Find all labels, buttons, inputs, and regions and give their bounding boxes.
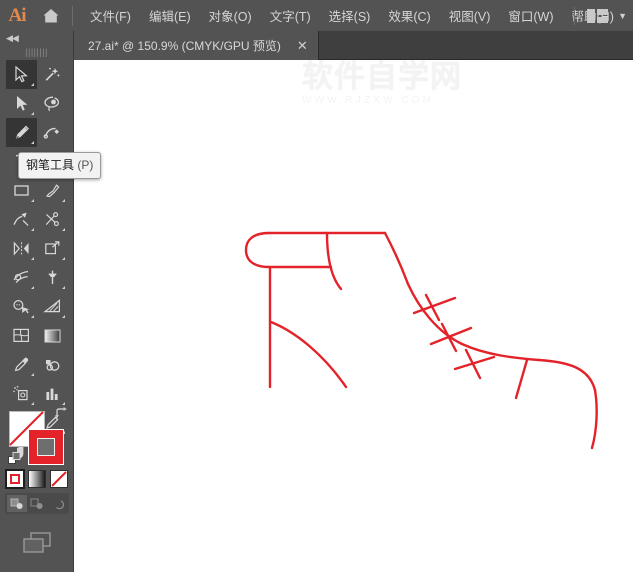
menu-type[interactable]: 文字(T) xyxy=(261,3,320,28)
tool-flyout-indicator xyxy=(31,228,34,231)
fill-stroke-widget xyxy=(6,406,68,464)
gradient-mode-button[interactable] xyxy=(28,470,46,488)
menu-window[interactable]: 窗口(W) xyxy=(499,3,562,28)
rotate-tool[interactable] xyxy=(6,234,37,263)
menu-divider xyxy=(72,6,73,26)
boot-outline-path[interactable] xyxy=(74,60,633,572)
document-tab-title: 27.ai* @ 150.9% (CMYK/GPU 预览) xyxy=(88,37,281,54)
document-tab-bar: 27.ai* @ 150.9% (CMYK/GPU 预览) ✕ xyxy=(74,31,633,60)
menu-select[interactable]: 选择(S) xyxy=(320,3,380,28)
collapse-panel-icon[interactable]: ◀◀ xyxy=(0,31,73,46)
draw-behind-button[interactable] xyxy=(27,495,47,512)
workspace-layout-icon[interactable] xyxy=(587,9,608,23)
menu-item-list: 文件(F) 编辑(E) 对象(O) 文字(T) 选择(S) 效果(C) 视图(V… xyxy=(81,3,623,28)
tooltip-shortcut: (P) xyxy=(74,158,93,172)
chevron-down-icon[interactable]: ▼ xyxy=(618,11,627,21)
swap-fill-stroke-icon[interactable] xyxy=(54,406,70,422)
pen-tool[interactable] xyxy=(6,118,37,147)
shape-builder-tool[interactable] xyxy=(6,292,37,321)
menu-effect[interactable]: 效果(C) xyxy=(379,3,439,28)
document-tab[interactable]: 27.ai* @ 150.9% (CMYK/GPU 预览) ✕ xyxy=(74,31,319,60)
tool-flyout-indicator xyxy=(31,199,34,202)
perspective-grid-tool[interactable] xyxy=(37,292,68,321)
tools-panel: ◀◀ |||||||| xyxy=(0,31,74,572)
blend-tool[interactable] xyxy=(37,350,68,379)
illustrator-window: Ai 文件(F) 编辑(E) 对象(O) 文字(T) 选择(S) 效果(C) 视… xyxy=(0,0,633,572)
scissors-tool[interactable] xyxy=(37,205,68,234)
rectangle-tool[interactable] xyxy=(6,176,37,205)
tool-flyout-indicator xyxy=(62,257,65,260)
menubar-right-controls: ▼ xyxy=(574,0,627,31)
menu-file[interactable]: 文件(F) xyxy=(81,3,140,28)
magic-wand-tool[interactable] xyxy=(37,60,68,89)
default-fill-stroke-icon[interactable] xyxy=(8,452,22,466)
tool-flyout-indicator xyxy=(62,286,65,289)
curvature-tool[interactable] xyxy=(37,118,68,147)
tool-flyout-indicator xyxy=(62,228,65,231)
tool-tooltip: 钢笔工具 (P) xyxy=(18,152,101,179)
tooltip-label: 钢笔工具 xyxy=(26,158,74,172)
tool-flyout-indicator xyxy=(31,257,34,260)
menu-view[interactable]: 视图(V) xyxy=(440,3,500,28)
menu-edit[interactable]: 编辑(E) xyxy=(140,3,200,28)
tool-flyout-indicator xyxy=(31,286,34,289)
tool-flyout-indicator xyxy=(31,315,34,318)
menu-object[interactable]: 对象(O) xyxy=(200,3,261,28)
gradient-tool[interactable] xyxy=(37,321,68,350)
symbol-sprayer-tool[interactable] xyxy=(6,379,37,408)
free-transform-tool[interactable] xyxy=(37,234,68,263)
draw-inside-button[interactable] xyxy=(47,495,67,512)
paintbrush-tool[interactable] xyxy=(37,176,68,205)
app-logo: Ai xyxy=(0,0,34,31)
draw-mode-row xyxy=(5,493,69,514)
selection-tool[interactable] xyxy=(6,60,37,89)
tool-flyout-indicator xyxy=(31,373,34,376)
menu-divider-right xyxy=(574,7,575,25)
stroke-swatch[interactable] xyxy=(28,429,64,465)
close-icon[interactable]: ✕ xyxy=(293,39,312,52)
width-tool[interactable] xyxy=(6,263,37,292)
mesh-tool[interactable] xyxy=(6,321,37,350)
puppet-warp-tool[interactable] xyxy=(37,263,68,292)
direct-selection-tool[interactable] xyxy=(6,89,37,118)
draw-normal-button[interactable] xyxy=(7,495,27,512)
tool-flyout-indicator xyxy=(62,315,65,318)
tool-flyout-indicator xyxy=(31,402,34,405)
artboard-canvas[interactable]: 软件自学网 WWW.RJZXW.COM xyxy=(74,60,633,572)
column-graph-tool[interactable] xyxy=(37,379,68,408)
tool-flyout-indicator xyxy=(31,83,34,86)
shaper-tool[interactable] xyxy=(6,205,37,234)
screen-mode-button[interactable] xyxy=(0,530,74,556)
paint-mode-row xyxy=(0,470,74,488)
tool-flyout-indicator xyxy=(31,141,34,144)
color-mode-button[interactable] xyxy=(6,470,24,488)
lasso-tool[interactable] xyxy=(37,89,68,118)
tool-flyout-indicator xyxy=(31,112,34,115)
eyedropper-tool[interactable] xyxy=(6,350,37,379)
home-icon[interactable] xyxy=(34,0,68,31)
stroke-inner-square xyxy=(37,438,55,456)
tool-flyout-indicator xyxy=(62,199,65,202)
none-mode-button[interactable] xyxy=(50,470,68,488)
panel-grip[interactable]: |||||||| xyxy=(0,46,73,58)
color-controls xyxy=(0,406,74,572)
menu-bar: Ai 文件(F) 编辑(E) 对象(O) 文字(T) 选择(S) 效果(C) 视… xyxy=(0,0,633,31)
tool-flyout-indicator xyxy=(62,402,65,405)
